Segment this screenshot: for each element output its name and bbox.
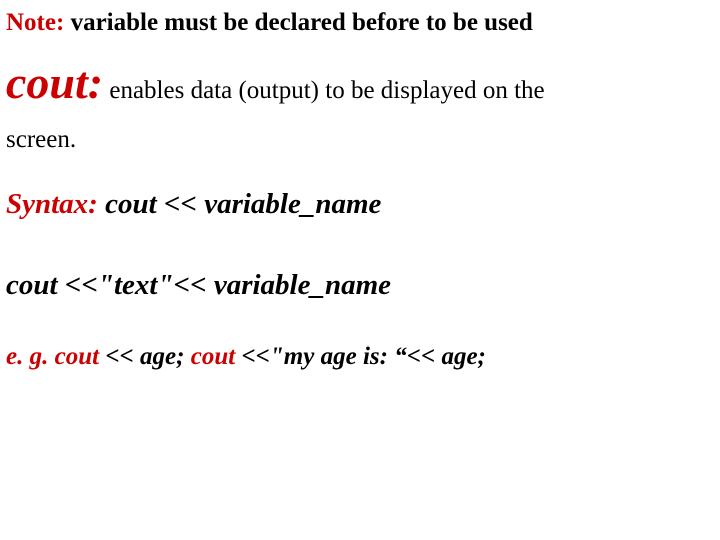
note-label: Note: (6, 9, 64, 36)
example-label: e. g. (6, 343, 55, 370)
cout-text-example: cout <<"text"<< variable_name (6, 264, 714, 308)
example-2-rest: <<"my age is: “<< age; (235, 343, 486, 370)
cout-desc-2: screen. (6, 126, 76, 153)
example-2-cout: cout (191, 343, 235, 370)
example-1-cout: cout (55, 343, 99, 370)
example-1-rest: << age; (99, 343, 191, 370)
note-text: variable must be declared before to be u… (64, 9, 532, 36)
note-line: Note: variable must be declared before t… (6, 4, 714, 42)
cout-heading: cout: (6, 57, 103, 108)
syntax-label: Syntax: (6, 188, 105, 220)
cout-desc-1: enables data (output) to be displayed on… (103, 77, 545, 104)
syntax-line: Syntax: cout << variable_name (6, 183, 714, 227)
cout-paragraph: cout: enables data (output) to be displa… (6, 60, 714, 110)
example-line: e. g. cout << age; cout <<"my age is: “<… (6, 338, 714, 376)
slide-body: Note: variable must be declared before t… (0, 0, 720, 375)
cout-text-example-code: cout <<"text"<< variable_name (6, 269, 391, 301)
cout-paragraph-line2: screen. (6, 121, 714, 159)
syntax-code: cout << variable_name (105, 188, 381, 220)
